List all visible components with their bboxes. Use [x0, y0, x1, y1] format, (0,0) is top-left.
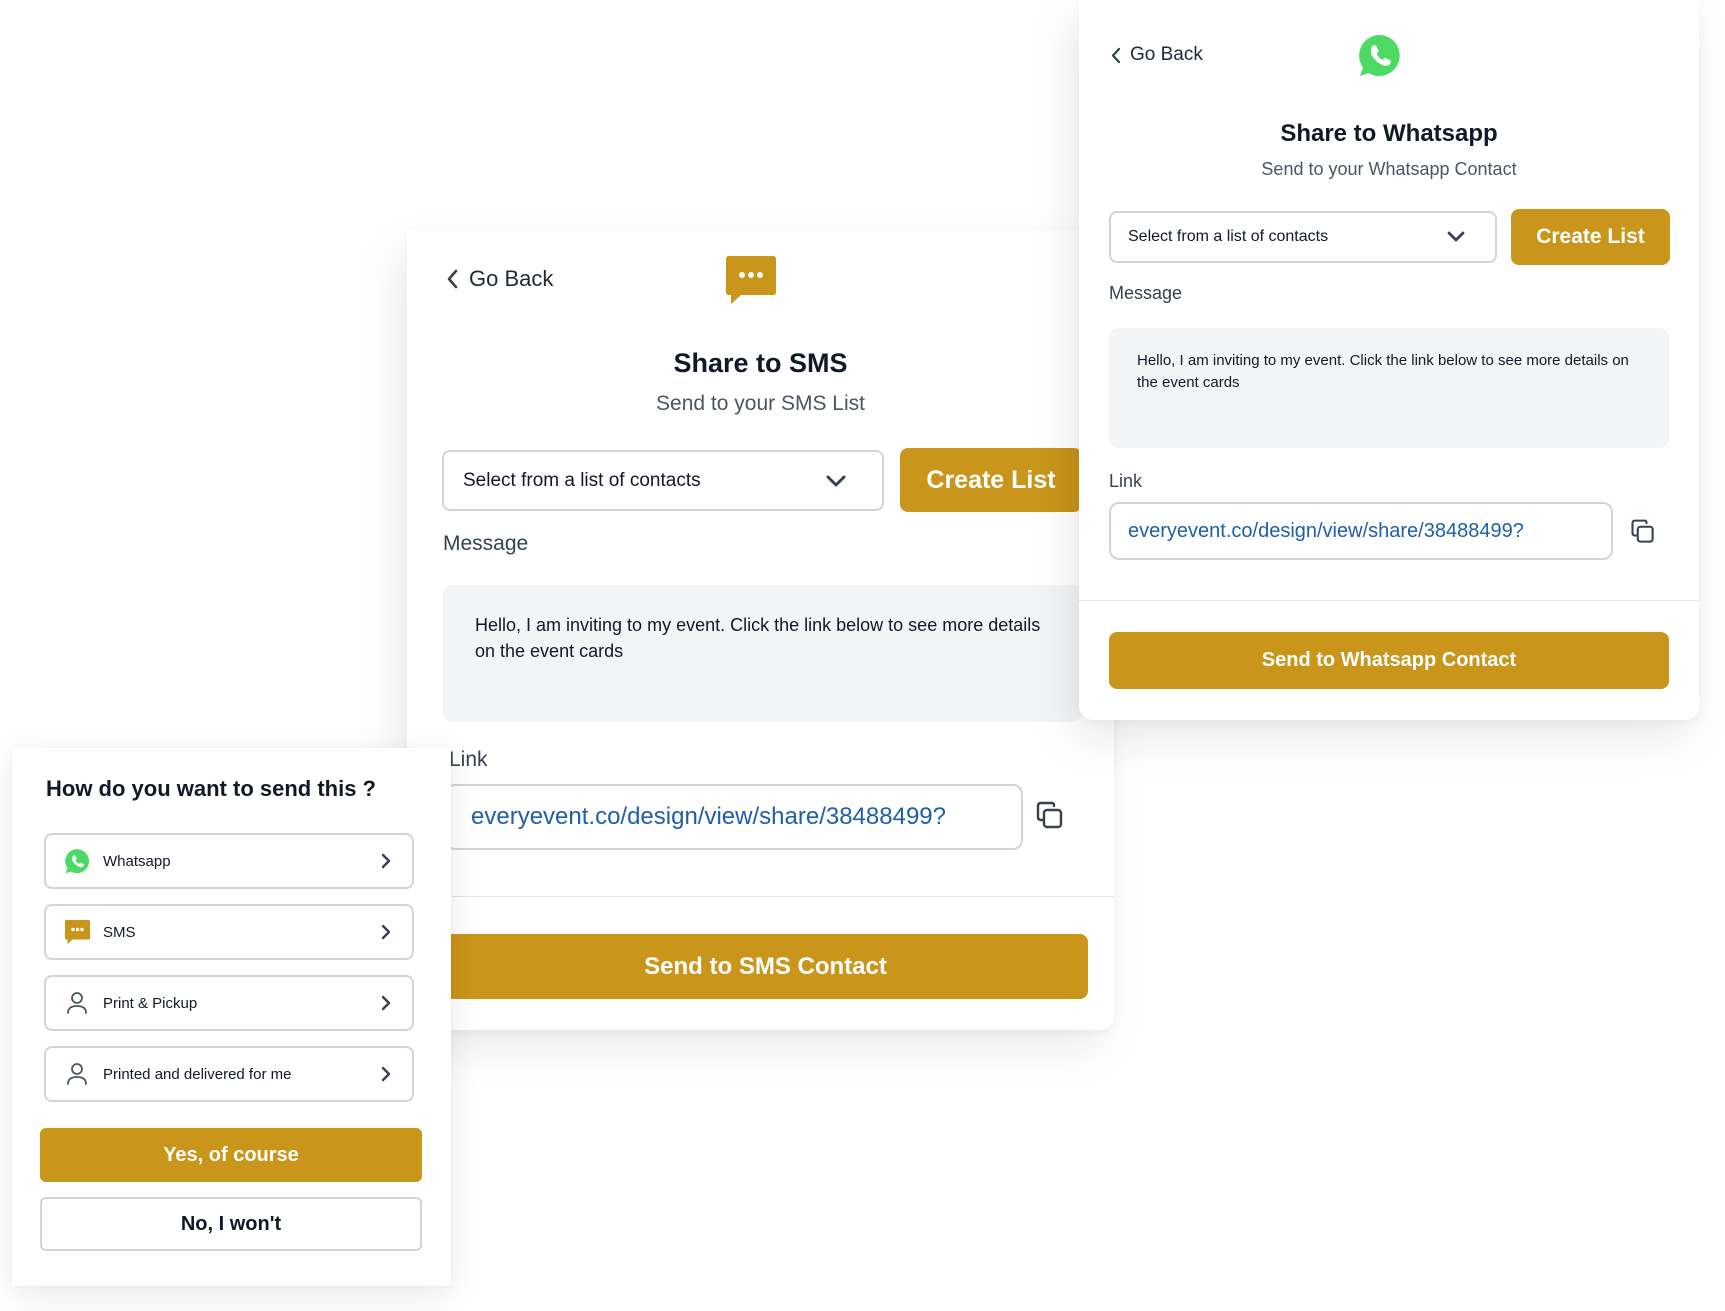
option-label: Printed and delivered for me [103, 1065, 292, 1083]
panel-title: Share to Whatsapp [1280, 120, 1498, 147]
decline-button[interactable]: No, I won't [40, 1197, 422, 1251]
option-label: Print & Pickup [103, 994, 198, 1012]
link-value: everyevent.co/design/view/share/38488499… [471, 803, 946, 830]
go-back-label: Go Back [469, 266, 554, 291]
sms-chat-icon [726, 256, 776, 304]
link-field[interactable]: everyevent.co/design/view/share/38488499… [445, 784, 1023, 850]
message-label: Message [443, 532, 529, 555]
option-whatsapp[interactable]: Whatsapp [44, 833, 414, 889]
copy-icon[interactable] [1034, 800, 1066, 832]
divider [1079, 600, 1699, 601]
create-list-button[interactable]: Create List [1511, 209, 1670, 265]
contact-list-select[interactable]: Select from a list of contacts [442, 450, 884, 511]
send-options-heading: How do you want to send this ? [46, 776, 376, 801]
confirm-button[interactable]: Yes, of course [40, 1128, 422, 1182]
chevron-down-icon [1447, 231, 1465, 242]
panel-subtitle: Send to your Whatsapp Contact [1261, 159, 1517, 179]
message-textarea[interactable]: Hello, I am inviting to my event. Click … [1109, 328, 1669, 448]
chevron-down-icon [826, 475, 846, 486]
go-back-link[interactable]: Go Back [445, 266, 553, 292]
chevron-left-icon [447, 269, 458, 289]
select-value: Select from a list of contacts [1128, 228, 1329, 245]
create-list-button[interactable]: Create List [900, 448, 1082, 512]
select-value: Select from a list of contacts [463, 469, 701, 491]
send-to-whatsapp-contact-button[interactable]: Send to Whatsapp Contact [1109, 632, 1669, 689]
send-options-panel: How do you want to send this ? Whatsapp … [12, 748, 451, 1286]
message-textarea[interactable]: Hello, I am inviting to my event. Click … [443, 585, 1082, 722]
panel-subtitle: Send to your SMS List [656, 392, 865, 415]
option-label: Whatsapp [103, 852, 171, 870]
contact-list-select[interactable]: Select from a list of contacts [1109, 211, 1497, 263]
send-to-sms-contact-button[interactable]: Send to SMS Contact [443, 934, 1088, 999]
chevron-right-icon [381, 995, 391, 1011]
whatsapp-icon [63, 847, 91, 875]
link-value: everyevent.co/design/view/share/38488499… [1128, 519, 1524, 542]
sms-chat-icon [63, 918, 91, 946]
copy-icon[interactable] [1629, 518, 1657, 546]
message-label: Message [1109, 283, 1183, 303]
whatsapp-share-panel: Go Back Share to Whatsapp Send to your W… [1079, 0, 1699, 720]
divider [407, 896, 1114, 897]
option-sms[interactable]: SMS [44, 904, 414, 960]
person-icon [63, 989, 91, 1017]
option-printed-delivered[interactable]: Printed and delivered for me [44, 1046, 414, 1102]
chevron-right-icon [381, 1066, 391, 1082]
go-back-label: Go Back [1130, 44, 1203, 65]
go-back-link[interactable]: Go Back [1110, 44, 1203, 66]
link-label: Link [449, 748, 488, 771]
person-icon [63, 1060, 91, 1088]
whatsapp-icon [1359, 34, 1400, 76]
chevron-left-icon [1111, 47, 1121, 63]
panel-title: Share to SMS [673, 348, 848, 378]
chevron-right-icon [381, 853, 391, 869]
sms-share-panel: Go Back Share to SMS Send to your SMS Li… [407, 230, 1114, 1030]
option-print-pickup[interactable]: Print & Pickup [44, 975, 414, 1031]
link-label: Link [1109, 471, 1143, 491]
send-options-list: Whatsapp SMS Print & Pickup Printed and … [44, 833, 414, 1117]
option-label: SMS [103, 923, 136, 941]
chevron-right-icon [381, 924, 391, 940]
link-field[interactable]: everyevent.co/design/view/share/38488499… [1109, 502, 1613, 560]
